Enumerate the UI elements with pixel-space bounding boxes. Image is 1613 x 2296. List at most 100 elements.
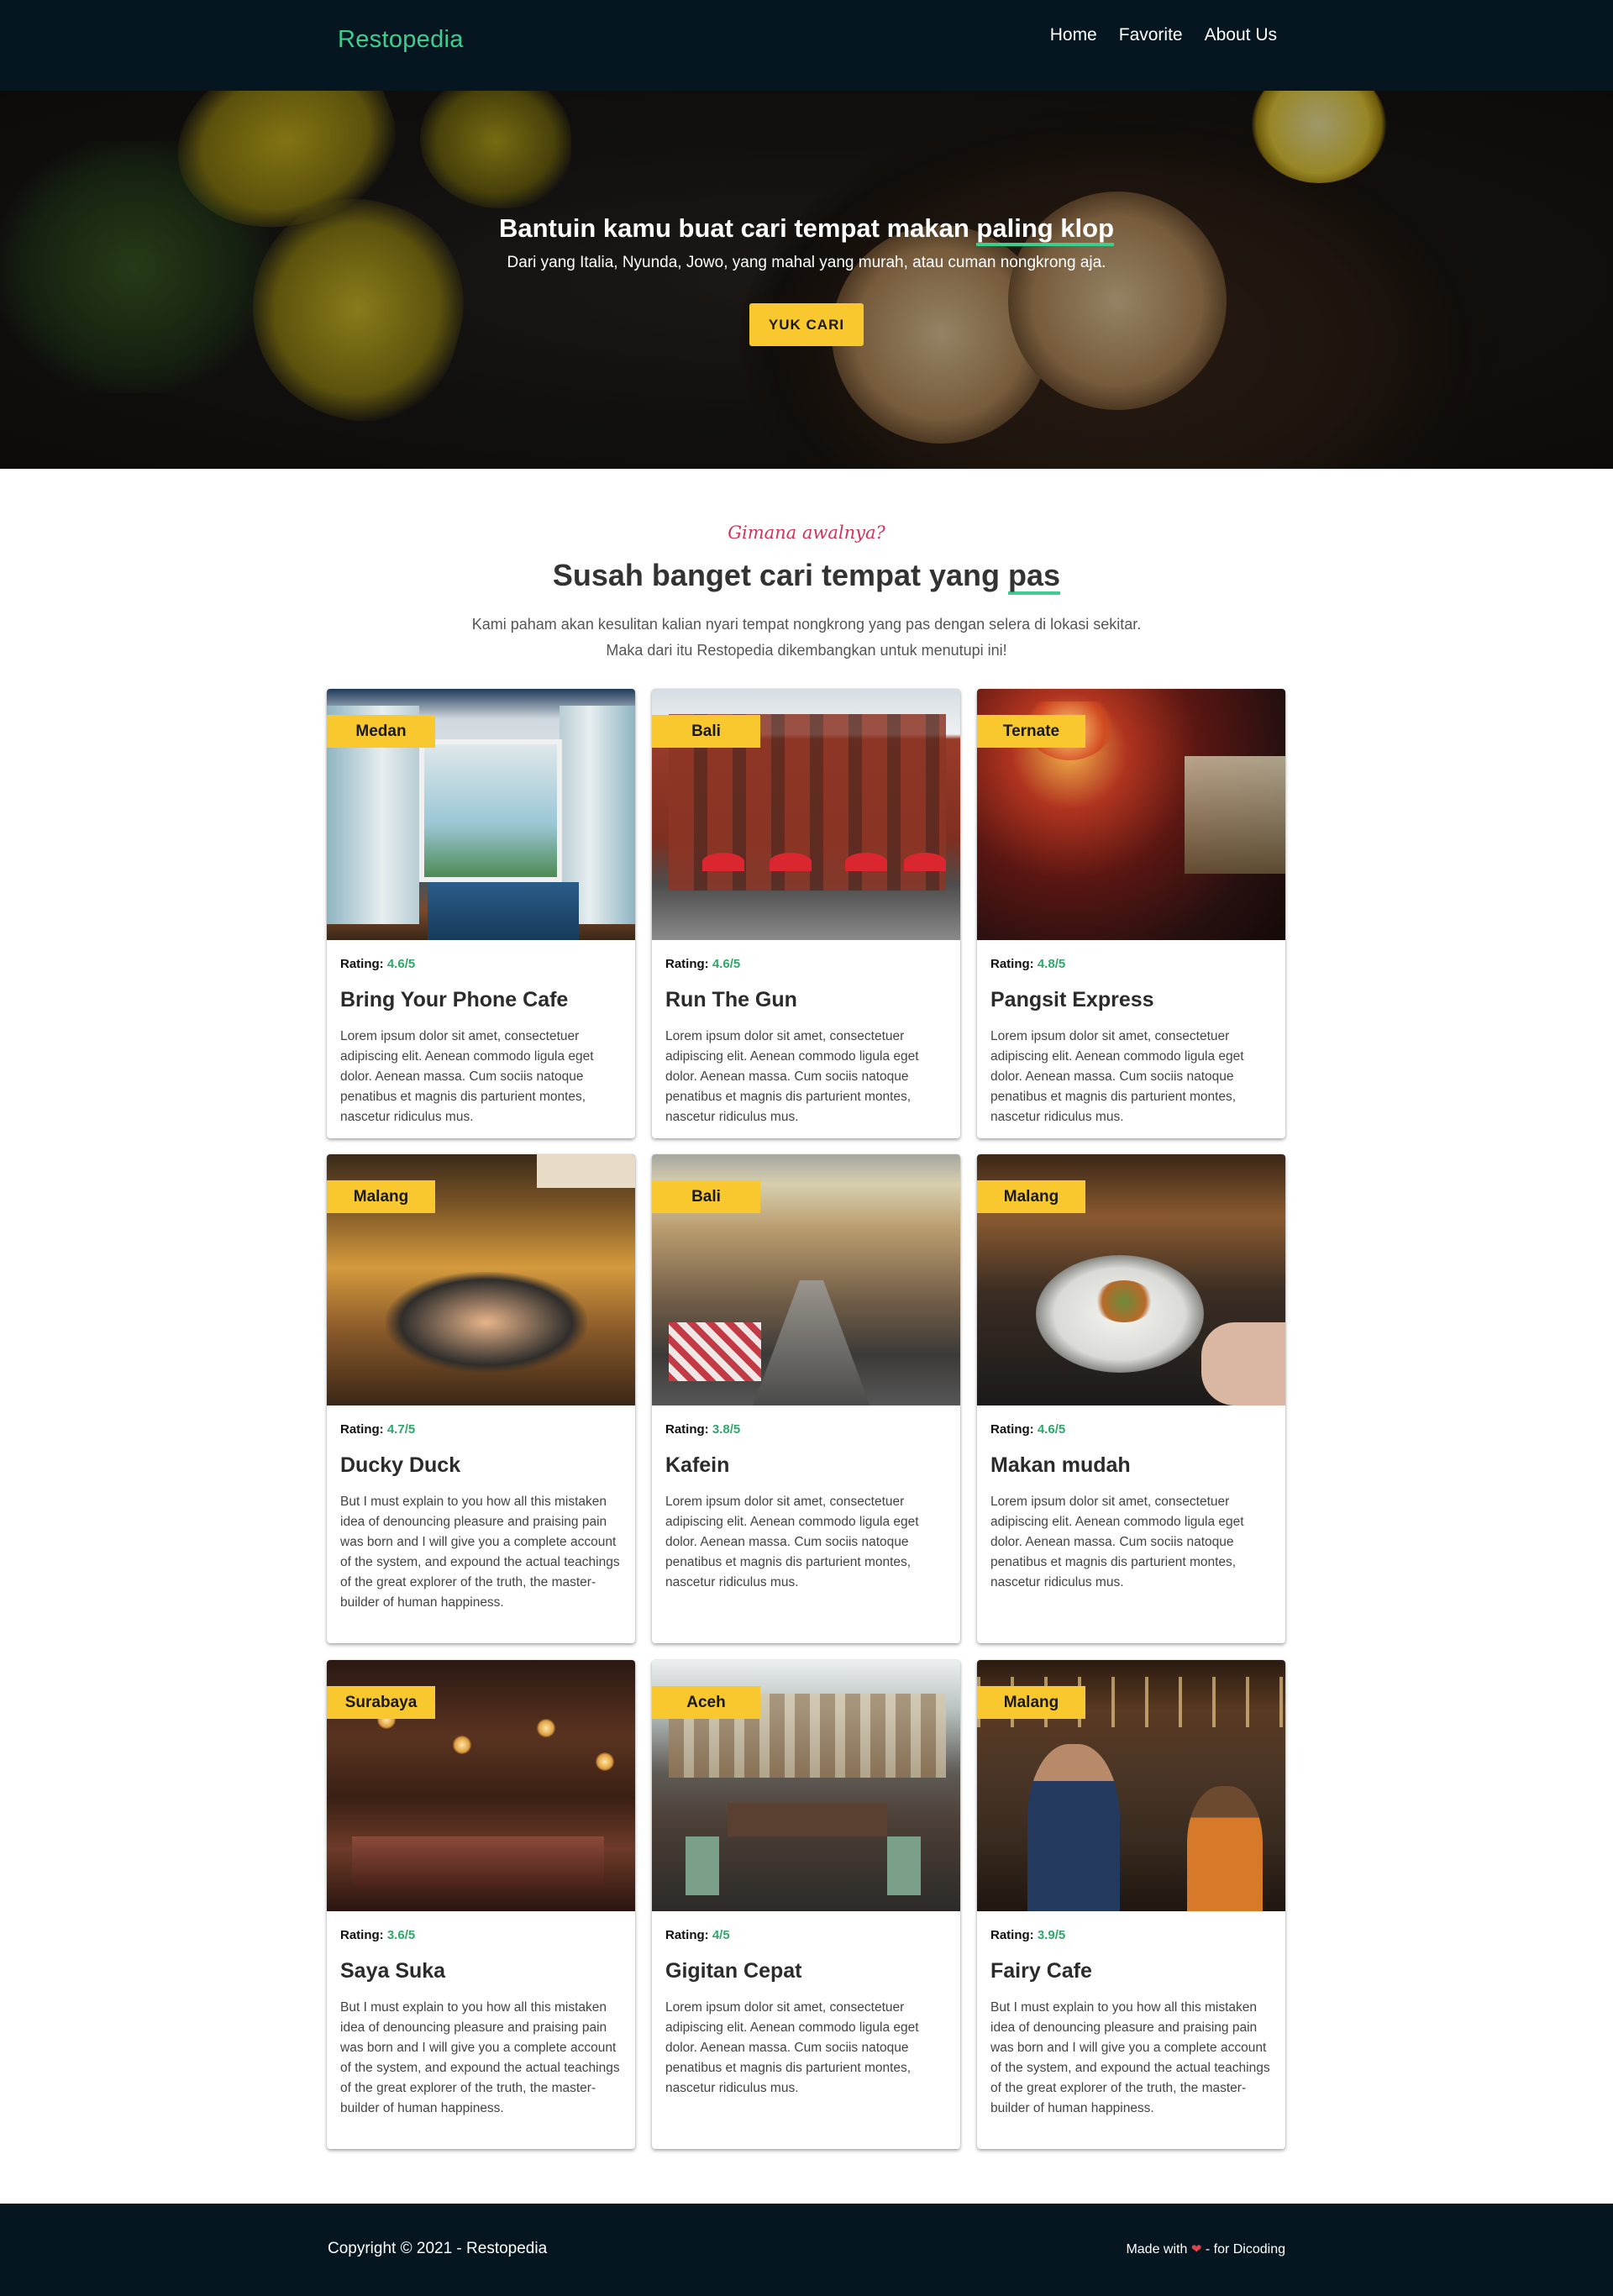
rating: Rating: 4/5 — [665, 1928, 947, 1942]
card-body: Rating: 4/5 Gigitan Cepat Lorem ipsum do… — [652, 1911, 960, 2112]
city-badge: Bali — [652, 1180, 760, 1213]
rating: Rating: 3.6/5 — [340, 1928, 622, 1942]
hero-title-prefix: Bantuin kamu buat cari tempat makan — [498, 213, 977, 243]
rating-value: 4.6/5 — [386, 957, 416, 971]
nav-link-home[interactable]: Home — [1050, 25, 1097, 45]
restaurant-image[interactable]: Malang — [327, 1154, 635, 1405]
footer-copyright: Copyright © 2021 - Restopedia — [328, 2240, 548, 2257]
intro-desc-line1: Kami paham akan kesulitan kalian nyari t… — [471, 616, 1142, 633]
restaurant-description: Lorem ipsum dolor sit amet, consectetuer… — [340, 1029, 594, 1124]
restaurant-card[interactable]: Medan Rating: 4.6/5 Bring Your Phone Caf… — [327, 689, 635, 1138]
restaurant-image[interactable]: Aceh — [652, 1660, 960, 1911]
city-badge: Ternate — [977, 715, 1085, 748]
intro-title-prefix: Susah banget cari tempat yang — [552, 558, 1009, 592]
restaurant-image[interactable]: Medan — [327, 689, 635, 940]
card-body: Rating: 4.6/5 Makan mudah Lorem ipsum do… — [977, 1405, 1285, 1606]
restaurant-description: But I must explain to you how all this m… — [340, 2000, 620, 2115]
card-body: Rating: 4.8/5 Pangsit Express Lorem ipsu… — [977, 940, 1285, 1138]
rating-label: Rating: — [990, 1928, 1034, 1942]
city-badge: Malang — [977, 1180, 1085, 1213]
restaurant-name[interactable]: Fairy Cafe — [990, 1959, 1272, 1983]
restaurant-card[interactable]: Surabaya Rating: 3.6/5 Saya Suka But I m… — [327, 1660, 635, 2149]
hero-subtitle: Dari yang Italia, Nyunda, Jowo, yang mah… — [507, 254, 1106, 271]
restaurant-description: Lorem ipsum dolor sit amet, consectetuer… — [990, 1029, 1244, 1124]
restaurant-card[interactable]: Aceh Rating: 4/5 Gigitan Cepat Lorem ips… — [652, 1660, 960, 2149]
card-body: Rating: 4.6/5 Bring Your Phone Cafe Lore… — [327, 940, 635, 1138]
intro-desc-line2: Maka dari itu Restopedia dikembangkan un… — [606, 642, 1007, 659]
restaurant-card[interactable]: Ternate Rating: 4.8/5 Pangsit Express Lo… — [977, 689, 1285, 1138]
rating-label: Rating: — [340, 1928, 384, 1942]
restaurant-name[interactable]: Pangsit Express — [990, 988, 1272, 1012]
made-with-label: Made with — [1126, 2242, 1188, 2257]
city-badge: Surabaya — [327, 1686, 435, 1719]
restaurant-card[interactable]: Bali Rating: 3.8/5 Kafein Lorem ipsum do… — [652, 1154, 960, 1643]
rating-label: Rating: — [340, 1422, 384, 1437]
city-badge: Malang — [327, 1180, 435, 1213]
restaurant-name[interactable]: Saya Suka — [340, 1959, 622, 1983]
restaurant-image[interactable]: Surabaya — [327, 1660, 635, 1911]
rating: Rating: 4.7/5 — [340, 1422, 622, 1437]
rating-label: Rating: — [665, 957, 709, 971]
rating: Rating: 3.9/5 — [990, 1928, 1272, 1942]
rating-label: Rating: — [340, 957, 384, 971]
restaurant-card[interactable]: Malang Rating: 4.6/5 Makan mudah Lorem i… — [977, 1154, 1285, 1643]
restaurant-image[interactable]: Ternate — [977, 689, 1285, 940]
restaurant-name[interactable]: Kafein — [665, 1453, 947, 1478]
rating-value: 3.9/5 — [1037, 1928, 1066, 1942]
restaurant-image[interactable]: Bali — [652, 689, 960, 940]
intro-title-highlight: pas — [1008, 560, 1061, 595]
card-body: Rating: 3.9/5 Fairy Cafe But I must expl… — [977, 1911, 1285, 2132]
card-body: Rating: 3.8/5 Kafein Lorem ipsum dolor s… — [652, 1405, 960, 1606]
rating-value: 3.6/5 — [386, 1928, 416, 1942]
nav-link-about[interactable]: About Us — [1205, 25, 1277, 45]
brand-logo[interactable]: Restopedia — [338, 26, 464, 54]
city-badge: Aceh — [652, 1686, 760, 1719]
restaurant-name[interactable]: Bring Your Phone Cafe — [340, 988, 622, 1012]
rating-label: Rating: — [990, 1422, 1034, 1437]
hero-title-highlight: paling klop — [976, 214, 1115, 246]
nav-link-favorite[interactable]: Favorite — [1119, 25, 1183, 45]
restaurant-image[interactable]: Malang — [977, 1154, 1285, 1405]
restaurant-card[interactable]: Malang Rating: 4.7/5 Ducky Duck But I mu… — [327, 1154, 635, 1643]
restaurant-card[interactable]: Malang Rating: 3.9/5 Fairy Cafe But I mu… — [977, 1660, 1285, 2149]
restaurant-description: Lorem ipsum dolor sit amet, consectetuer… — [665, 1029, 919, 1124]
city-badge: Bali — [652, 715, 760, 748]
rating-value: 4.8/5 — [1037, 957, 1066, 971]
made-for-label: - for Dicoding — [1205, 2242, 1285, 2257]
footer: Copyright © 2021 - Restopedia Made with … — [0, 2204, 1613, 2296]
rating: Rating: 4.6/5 — [990, 1422, 1272, 1437]
hero-section — [0, 91, 1613, 469]
restaurant-name[interactable]: Run The Gun — [665, 988, 947, 1012]
restaurant-image[interactable]: Bali — [652, 1154, 960, 1405]
rating-label: Rating: — [665, 1422, 709, 1437]
rating: Rating: 4.8/5 — [990, 957, 1272, 971]
restaurant-card[interactable]: Bali Rating: 4.6/5 Run The Gun Lorem ips… — [652, 689, 960, 1138]
card-body: Rating: 3.6/5 Saya Suka But I must expla… — [327, 1911, 635, 2132]
restaurant-image[interactable]: Malang — [977, 1660, 1285, 1911]
rating: Rating: 4.6/5 — [340, 957, 622, 971]
intro-title: Susah banget cari tempat yang pas — [0, 558, 1613, 595]
search-cta-button[interactable]: YUK CARI — [749, 303, 864, 346]
rating-label: Rating: — [990, 957, 1034, 971]
rating-label: Rating: — [665, 1928, 709, 1942]
restaurant-description: But I must explain to you how all this m… — [340, 1495, 620, 1610]
card-body: Rating: 4.6/5 Run The Gun Lorem ipsum do… — [652, 940, 960, 1138]
restaurant-name[interactable]: Gigitan Cepat — [665, 1959, 947, 1983]
restaurant-name[interactable]: Ducky Duck — [340, 1453, 622, 1478]
restaurant-name[interactable]: Makan mudah — [990, 1453, 1272, 1478]
restaurant-description: Lorem ipsum dolor sit amet, consectetuer… — [665, 2000, 919, 2095]
restaurant-description: Lorem ipsum dolor sit amet, consectetuer… — [990, 1495, 1244, 1589]
nav-links: Home Favorite About Us — [1050, 25, 1277, 45]
rating-value: 4.6/5 — [1037, 1422, 1066, 1437]
intro-kicker: Gimana awalnya? — [728, 523, 885, 543]
restaurant-description: But I must explain to you how all this m… — [990, 2000, 1270, 2115]
rating-value: 4/5 — [712, 1928, 730, 1942]
restaurant-description: Lorem ipsum dolor sit amet, consectetuer… — [665, 1495, 919, 1589]
rating: Rating: 3.8/5 — [665, 1422, 947, 1437]
hero-title: Bantuin kamu buat cari tempat makan pali… — [0, 213, 1613, 246]
footer-made-with: Made with ❤ - for Dicoding — [1126, 2241, 1285, 2257]
heart-icon: ❤ — [1190, 2242, 1202, 2257]
intro-description: Kami paham akan kesulitan kalian nyari t… — [0, 612, 1613, 664]
navbar: Restopedia Home Favorite About Us — [0, 0, 1613, 91]
city-badge: Medan — [327, 715, 435, 748]
